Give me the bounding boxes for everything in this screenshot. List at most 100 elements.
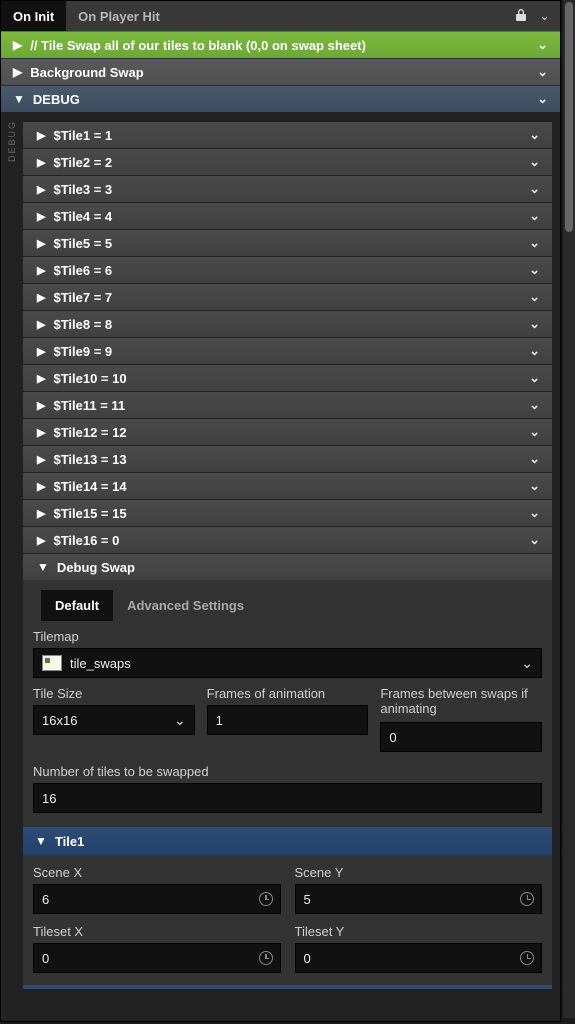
chevron-down-icon: ⌄ [521, 655, 533, 672]
event-tabs: On Init On Player Hit ⌄ [1, 1, 560, 31]
scrollbar[interactable] [563, 0, 575, 1018]
expand-arrow-icon: ▼ [37, 560, 49, 574]
tilemap-select[interactable]: tile_swaps ⌄ [33, 648, 542, 678]
tile-variable-row[interactable]: ▶$Tile11 = 11⌄ [23, 392, 552, 418]
chevron-down-icon[interactable]: ⌄ [529, 397, 540, 413]
collapse-arrow-icon: ▶ [37, 426, 45, 439]
chevron-down-icon[interactable]: ⌄ [529, 343, 540, 359]
collapse-arrow-icon: ▶ [13, 38, 22, 52]
scene-x-label: Scene X [33, 865, 281, 880]
chevron-down-icon[interactable]: ⌄ [529, 208, 540, 224]
scene-x-input[interactable]: 6 [33, 884, 281, 914]
tile-variable-label: $Tile10 = 10 [53, 371, 529, 386]
tilemap-icon [42, 655, 62, 671]
tilemap-label: Tilemap [33, 629, 542, 644]
swap-count-input[interactable]: 16 [33, 783, 542, 813]
chevron-down-icon[interactable]: ⌄ [529, 262, 540, 278]
expand-arrow-icon: ▼ [35, 834, 47, 848]
chevron-down-icon[interactable]: ⌄ [529, 316, 540, 332]
clock-icon[interactable] [259, 892, 273, 906]
tile-variable-row[interactable]: ▶ $Tile16 = 0⌄ [23, 527, 552, 553]
tile-variable-row[interactable]: ▶$Tile7 = 7⌄ [23, 284, 552, 310]
chevron-down-icon[interactable]: ⌄ [529, 181, 540, 197]
tile-variable-row[interactable]: ▶ $Tile12 = 12⌄ [23, 419, 552, 445]
tile-variable-label: $Tile13 = 13 [53, 452, 529, 467]
clock-icon[interactable] [259, 951, 273, 965]
chevron-down-icon[interactable]: ⌄ [529, 154, 540, 170]
chevron-down-icon: ⌄ [174, 712, 186, 729]
tileset-y-input[interactable]: 0 [295, 943, 543, 973]
debug-swap-header[interactable]: ▼ Debug Swap [23, 554, 552, 580]
tile-variable-label: $Tile1 = 1 [53, 128, 529, 143]
tileset-x-input[interactable]: 0 [33, 943, 281, 973]
tile-variable-row[interactable]: ▶$Tile6 = 6⌄ [23, 257, 552, 283]
tile-variable-row[interactable]: ▶$Tile8 = 8⌄ [23, 311, 552, 337]
collapse-arrow-icon: ▶ [37, 453, 45, 466]
tab-default[interactable]: Default [41, 590, 113, 621]
tile-variable-label: $Tile8 = 8 [53, 317, 529, 332]
swap-count-label: Number of tiles to be swapped [33, 764, 542, 779]
mode-tabs: Default Advanced Settings [41, 590, 542, 621]
tile-variable-row[interactable]: ▶ $Tile13 = 13⌄ [23, 446, 552, 472]
scene-y-input[interactable]: 5 [295, 884, 543, 914]
between-label: Frames between swaps if animating [380, 686, 542, 718]
tile-variable-row[interactable]: ▶$Tile3 = 3⌄ [23, 176, 552, 202]
expand-arrow-icon: ▼ [13, 92, 25, 106]
clock-icon[interactable] [520, 951, 534, 965]
tile-variable-row[interactable]: ▶$Tile10 = 10⌄ [23, 365, 552, 391]
tab-on-init[interactable]: On Init [1, 1, 66, 31]
tile-variable-row[interactable]: ▶ $Tile5 = 5⌄ [23, 230, 552, 256]
section-background-swap[interactable]: ▶ Background Swap ⌄ [1, 58, 560, 85]
chevron-down-icon[interactable]: ⌄ [529, 532, 540, 548]
lock-icon[interactable] [515, 8, 527, 25]
tile-variable-label: $Tile14 = 14 [53, 479, 529, 494]
collapse-arrow-icon: ▶ [37, 156, 45, 169]
tile-variable-label: $Tile12 = 12 [53, 425, 529, 440]
chevron-down-icon[interactable]: ⌄ [529, 478, 540, 494]
chevron-down-icon[interactable]: ⌄ [537, 37, 548, 53]
tileset-x-label: Tileset X [33, 924, 281, 939]
debug-swap-body: Default Advanced Settings Tilemap tile_s… [23, 580, 552, 989]
section-tile-swap-comment[interactable]: ▶ // Tile Swap all of our tiles to blank… [1, 31, 560, 58]
collapse-arrow-icon: ▶ [37, 480, 45, 493]
collapse-arrow-icon: ▶ [37, 534, 45, 547]
chevron-down-icon[interactable]: ⌄ [529, 505, 540, 521]
chevron-down-icon[interactable]: ⌄ [529, 424, 540, 440]
tilesize-select[interactable]: 16x16 ⌄ [33, 705, 195, 735]
tile-variable-label: $Tile16 = 0 [53, 533, 529, 548]
tile-variable-label: $Tile2 = 2 [53, 155, 529, 170]
collapse-arrow-icon: ▶ [37, 237, 45, 250]
tile-variable-row[interactable]: ▶$Tile4 = 4⌄ [23, 203, 552, 229]
chevron-down-icon[interactable]: ⌄ [529, 370, 540, 386]
tile-variable-row[interactable]: ▶$Tile9 = 9⌄ [23, 338, 552, 364]
chevron-down-icon[interactable]: ⌄ [529, 127, 540, 143]
chevron-down-icon[interactable]: ⌄ [539, 8, 550, 24]
debug-body: DEBUG ▶$Tile1 = 1⌄▶$Tile2 = 2⌄▶$Tile3 = … [1, 112, 560, 989]
tile-variable-row[interactable]: ▶ $Tile14 = 14⌄ [23, 473, 552, 499]
tab-advanced[interactable]: Advanced Settings [113, 590, 258, 621]
tile-variable-row[interactable]: ▶ $Tile2 = 2⌄ [23, 149, 552, 175]
section-debug[interactable]: ▼ DEBUG ⌄ [1, 85, 560, 112]
chevron-down-icon[interactable]: ⌄ [529, 451, 540, 467]
clock-icon[interactable] [520, 892, 534, 906]
tab-on-player-hit[interactable]: On Player Hit [66, 1, 172, 31]
tile-variable-label: $Tile4 = 4 [53, 209, 529, 224]
tile-variable-row[interactable]: ▶ $Tile1 = 1⌄ [23, 122, 552, 148]
chevron-down-icon[interactable]: ⌄ [537, 64, 548, 80]
tile-variable-label: $Tile9 = 9 [53, 344, 529, 359]
comment-label: // Tile Swap all of our tiles to blank (… [30, 38, 537, 53]
collapse-arrow-icon: ▶ [37, 129, 45, 142]
chevron-down-icon[interactable]: ⌄ [529, 235, 540, 251]
chevron-down-icon[interactable]: ⌄ [529, 289, 540, 305]
chevron-down-icon[interactable]: ⌄ [537, 91, 548, 107]
between-input[interactable]: 0 [380, 722, 542, 752]
frames-input[interactable]: 1 [207, 705, 369, 735]
group-label: DEBUG [7, 120, 17, 162]
tile-variable-label: $Tile5 = 5 [53, 236, 529, 251]
tile1-section[interactable]: ▼ Tile1 [23, 827, 552, 855]
scrollbar-thumb[interactable] [565, 2, 573, 232]
tile-variable-label: $Tile6 = 6 [53, 263, 529, 278]
tile-variable-label: $Tile7 = 7 [53, 290, 529, 305]
tile-variable-row[interactable]: ▶$Tile15 = 15⌄ [23, 500, 552, 526]
tile-variable-label: $Tile3 = 3 [53, 182, 529, 197]
